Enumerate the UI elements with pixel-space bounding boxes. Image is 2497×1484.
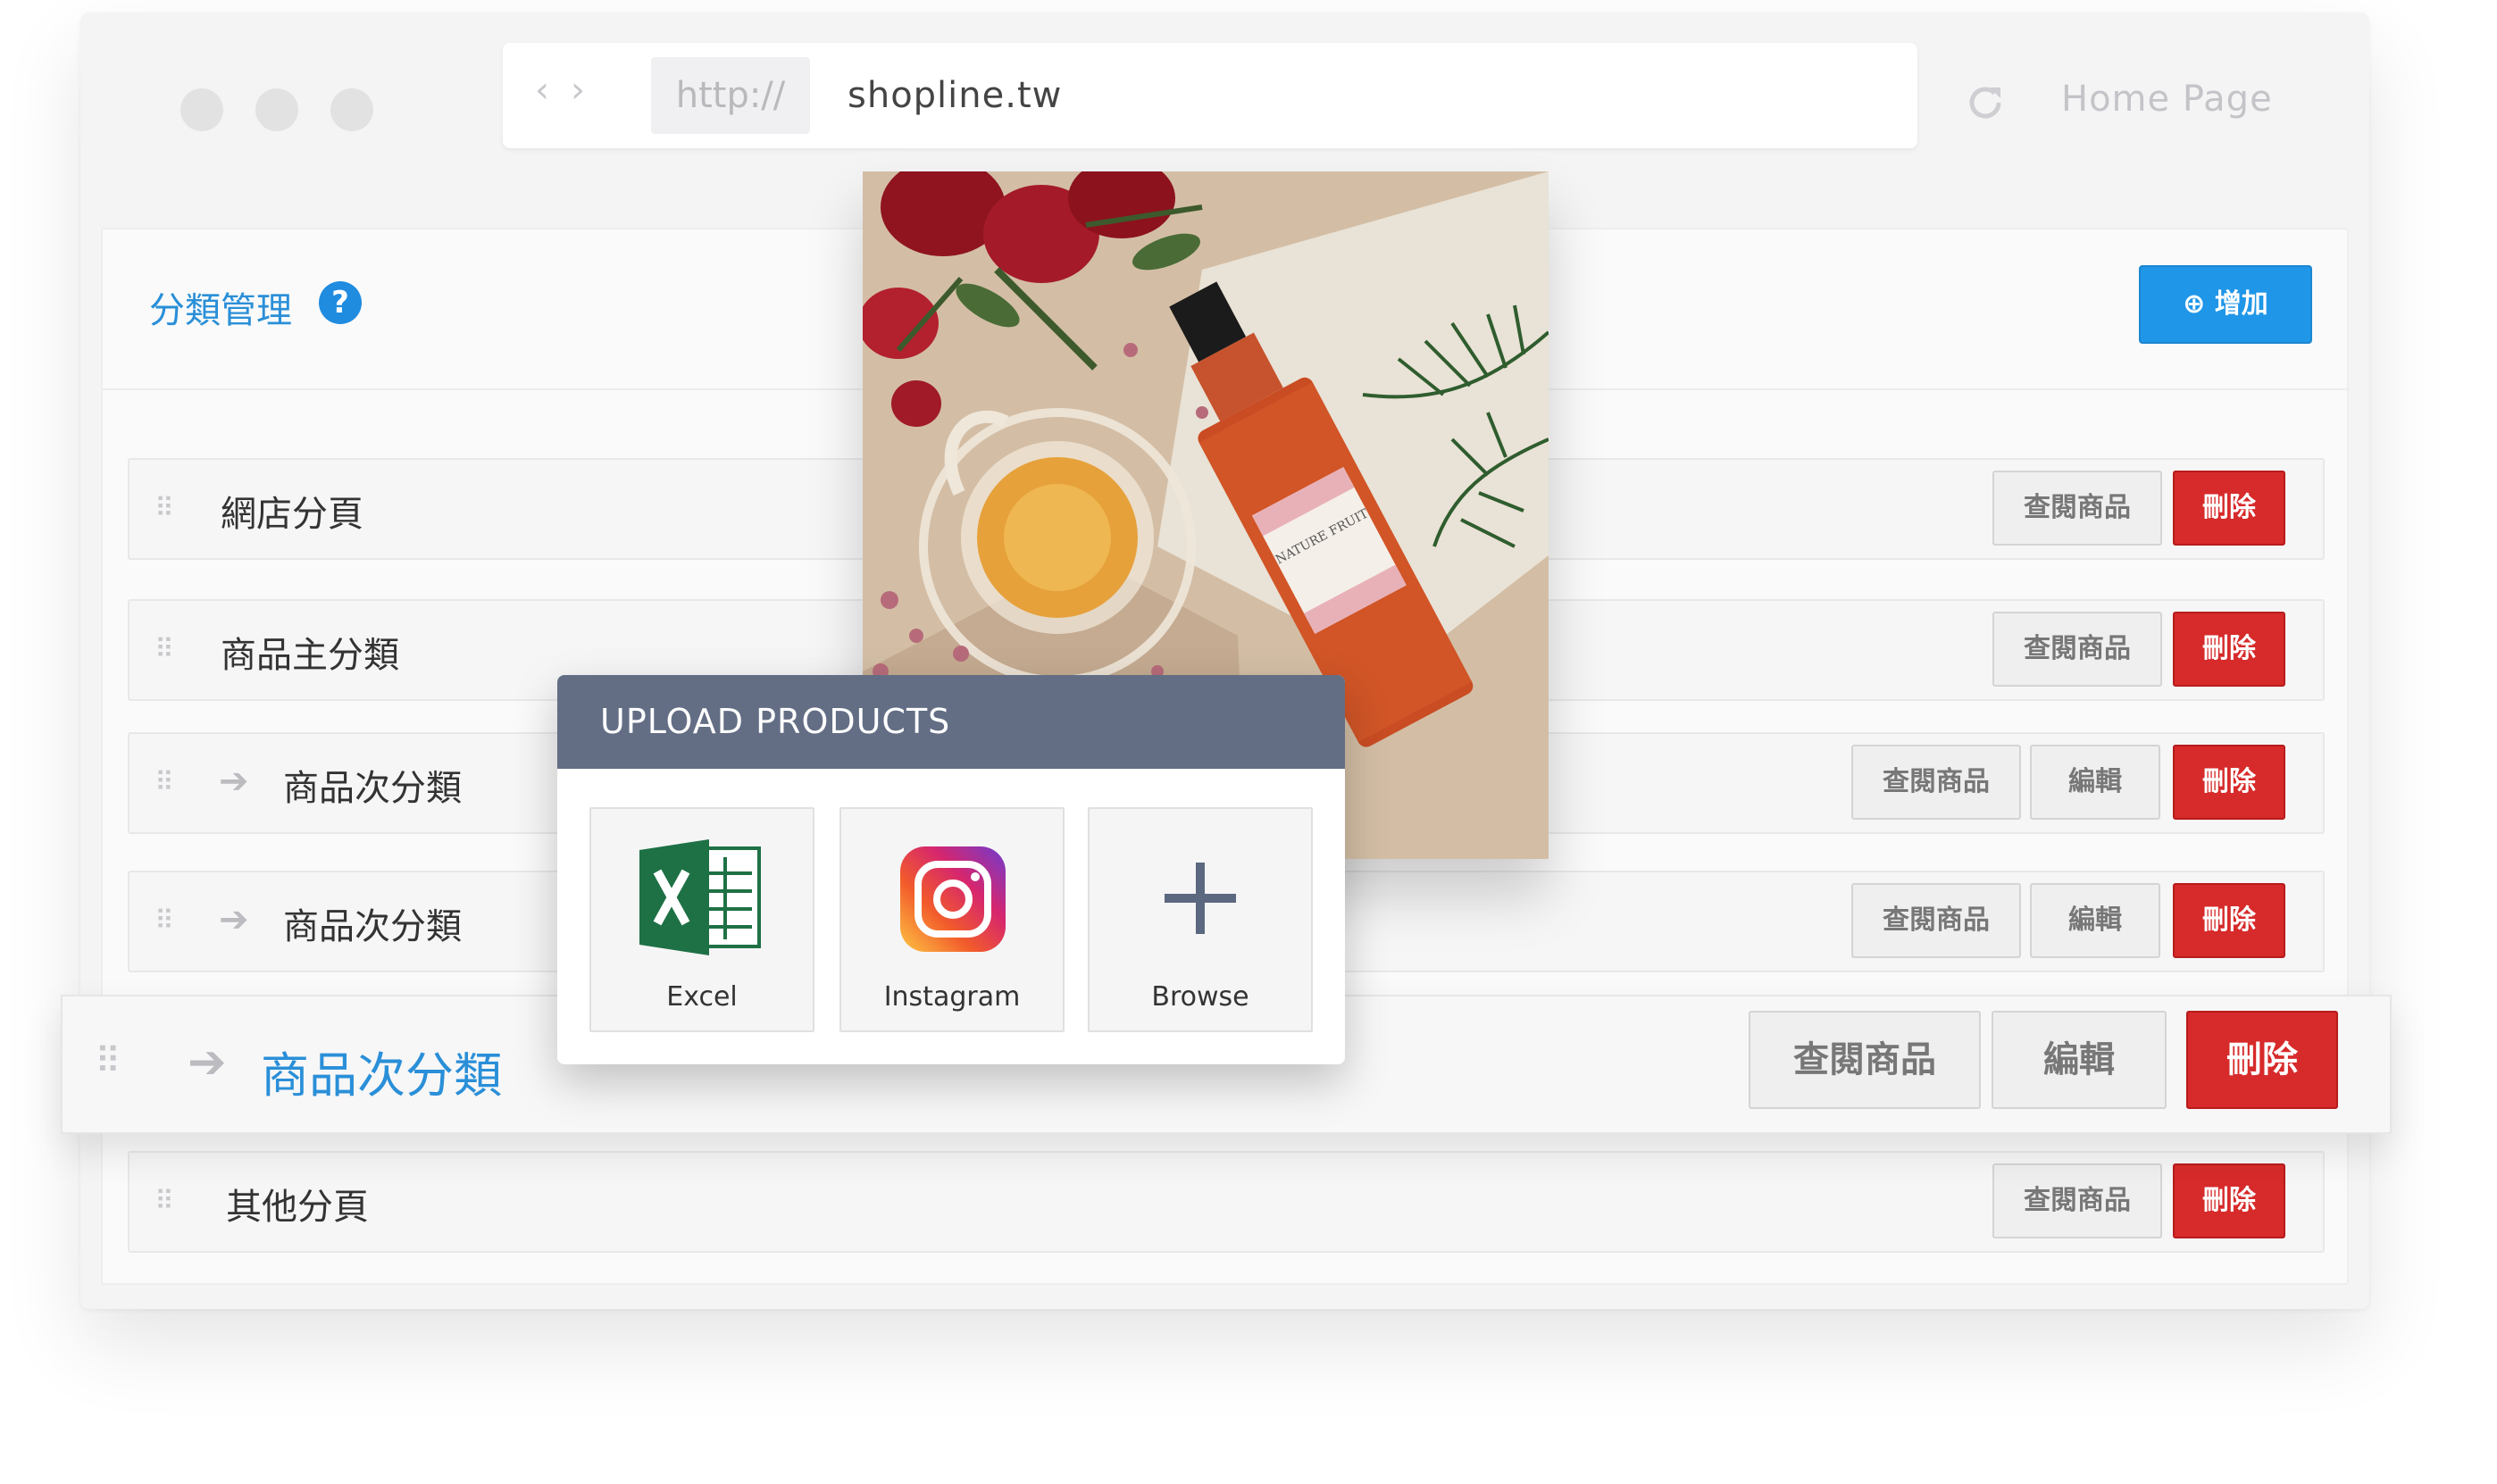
delete-button[interactable]: 刪除 — [2186, 1011, 2338, 1109]
page-title: 分類管理 — [149, 290, 292, 331]
delete-button[interactable]: 刪除 — [2173, 1163, 2285, 1238]
delete-button[interactable]: 刪除 — [2173, 471, 2285, 546]
view-products-button[interactable]: 查閱商品 — [1749, 1011, 1981, 1109]
instagram-label: Instagram — [883, 981, 1021, 1013]
window-maximize-dot[interactable] — [330, 88, 373, 131]
instagram-icon — [900, 846, 1006, 955]
home-page-link[interactable]: Home Page — [2061, 79, 2273, 120]
plus-icon — [1165, 863, 1236, 938]
drag-handle-icon[interactable]: ⠿ — [95, 1044, 121, 1080]
delete-button[interactable]: 刪除 — [2173, 612, 2285, 687]
arrow-right-icon: ➔ — [219, 761, 249, 802]
row-label: 網店分頁 — [221, 494, 363, 535]
drag-handle-icon[interactable]: ⠿ — [154, 908, 174, 935]
row-label: 商品次分類 — [283, 906, 462, 947]
row-label: 其他分頁 — [226, 1187, 369, 1228]
row-label: 商品次分類 — [283, 768, 462, 809]
row-label: 商品主分類 — [221, 635, 399, 676]
category-row[interactable]: ⠿ 其他分頁 查閱商品 刪除 — [128, 1151, 2325, 1253]
reload-icon[interactable] — [1963, 80, 2008, 132]
row-label: 商品次分類 — [261, 1047, 502, 1104]
edit-button[interactable]: 編輯 — [2030, 883, 2160, 958]
delete-button[interactable]: 刪除 — [2173, 883, 2285, 958]
drag-handle-icon[interactable]: ⠿ — [154, 770, 174, 796]
window-minimize-dot[interactable] — [255, 88, 298, 131]
view-products-button[interactable]: 查閱商品 — [1992, 471, 2162, 546]
excel-label: Excel — [666, 981, 738, 1013]
url-protocol: http:// — [651, 57, 810, 134]
add-button[interactable]: ⊕ 增加 — [2139, 265, 2312, 344]
drag-handle-icon[interactable]: ⠿ — [154, 496, 174, 522]
view-products-button[interactable]: 查閱商品 — [1992, 612, 2162, 687]
help-icon[interactable]: ? — [319, 281, 362, 324]
browse-label: Browse — [1151, 981, 1249, 1013]
nav-arrows: ‹› — [535, 70, 606, 111]
drag-handle-icon[interactable]: ⠿ — [154, 637, 174, 663]
drag-handle-icon[interactable]: ⠿ — [154, 1188, 174, 1215]
arrow-right-icon: ➔ — [219, 899, 249, 940]
upload-instagram-option[interactable]: Instagram — [839, 807, 1065, 1032]
window-close-dot[interactable] — [180, 88, 223, 131]
arrow-right-icon: ➔ — [188, 1036, 227, 1089]
upload-browse-option[interactable]: Browse — [1088, 807, 1313, 1032]
delete-button[interactable]: 刪除 — [2173, 745, 2285, 820]
forward-arrow-icon[interactable]: › — [571, 70, 606, 111]
upload-products-popup: UPLOAD PRODUCTS Excel Instagram Browse — [557, 675, 1345, 1064]
upload-title: UPLOAD PRODUCTS — [557, 675, 1345, 769]
upload-excel-option[interactable]: Excel — [589, 807, 814, 1032]
edit-button[interactable]: 編輯 — [2030, 745, 2160, 820]
view-products-button[interactable]: 查閱商品 — [1851, 745, 2021, 820]
url-domain[interactable]: shopline.tw — [848, 43, 1062, 148]
address-bar[interactable]: ‹› http:// shopline.tw — [503, 43, 1917, 148]
excel-icon — [639, 839, 764, 959]
view-products-button[interactable]: 查閱商品 — [1992, 1163, 2162, 1238]
back-arrow-icon[interactable]: ‹ — [535, 70, 571, 111]
view-products-button[interactable]: 查閱商品 — [1851, 883, 2021, 958]
edit-button[interactable]: 編輯 — [1992, 1011, 2167, 1109]
